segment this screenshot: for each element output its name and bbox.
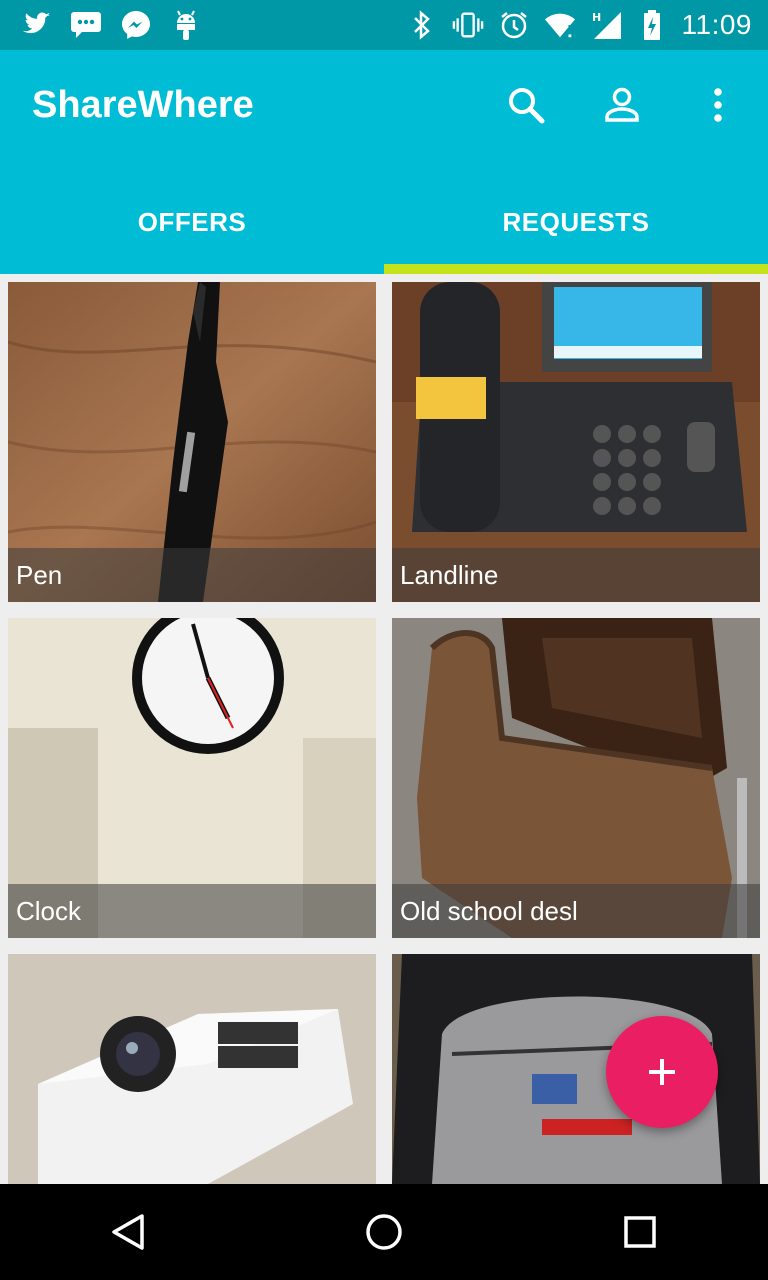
wifi-icon (544, 9, 576, 41)
alarm-icon (498, 9, 530, 41)
item-caption: Pen (8, 548, 376, 602)
item-card-projector[interactable] (8, 954, 376, 1184)
messenger-icon (120, 9, 152, 41)
battery-icon (636, 9, 668, 41)
add-item-fab[interactable] (606, 1016, 718, 1128)
search-icon (509, 88, 545, 124)
app-bar: ShareWhere OFFERS REQUESTS (0, 50, 768, 274)
vibrate-icon (452, 9, 484, 41)
android-icon (170, 9, 202, 41)
tab-offers[interactable]: OFFERS (0, 170, 384, 274)
tab-requests[interactable]: REQUESTS (384, 170, 768, 274)
tab-bar: OFFERS REQUESTS (0, 170, 768, 274)
item-caption: Clock (8, 884, 376, 938)
account-icon (605, 87, 639, 122)
item-card-old-school-desk[interactable]: Old school desl (392, 618, 760, 938)
system-nav-bar (0, 1184, 768, 1280)
bluetooth-icon (406, 9, 438, 41)
tab-requests-label: REQUESTS (502, 206, 650, 237)
item-card-clock[interactable]: Clock (8, 618, 376, 938)
message-icon (70, 9, 102, 41)
clock-time: 11:09 (681, 9, 752, 40)
twitter-icon (20, 9, 52, 41)
item-card-landline[interactable]: Landline (392, 282, 760, 602)
tab-offers-label: OFFERS (137, 206, 247, 237)
back-icon (112, 1214, 144, 1250)
signal-icon: H (590, 9, 622, 41)
svg-text:H: H (592, 11, 601, 24)
item-card-pen[interactable]: Pen (8, 282, 376, 602)
overflow-menu-icon (714, 88, 722, 122)
add-icon (649, 1059, 675, 1085)
back-button[interactable] (88, 1192, 168, 1272)
status-bar: H 11:09 (0, 0, 768, 50)
projector-image (8, 954, 376, 1184)
item-caption: Landline (392, 548, 760, 602)
home-button[interactable] (344, 1192, 424, 1272)
search-button[interactable] (496, 80, 556, 130)
recents-button[interactable] (600, 1192, 680, 1272)
app-title: ShareWhere (32, 84, 254, 126)
overflow-menu-button[interactable] (688, 80, 748, 130)
item-caption: Old school desl (392, 884, 760, 938)
account-button[interactable] (592, 80, 652, 130)
recents-icon (624, 1216, 656, 1248)
home-icon (366, 1214, 402, 1250)
